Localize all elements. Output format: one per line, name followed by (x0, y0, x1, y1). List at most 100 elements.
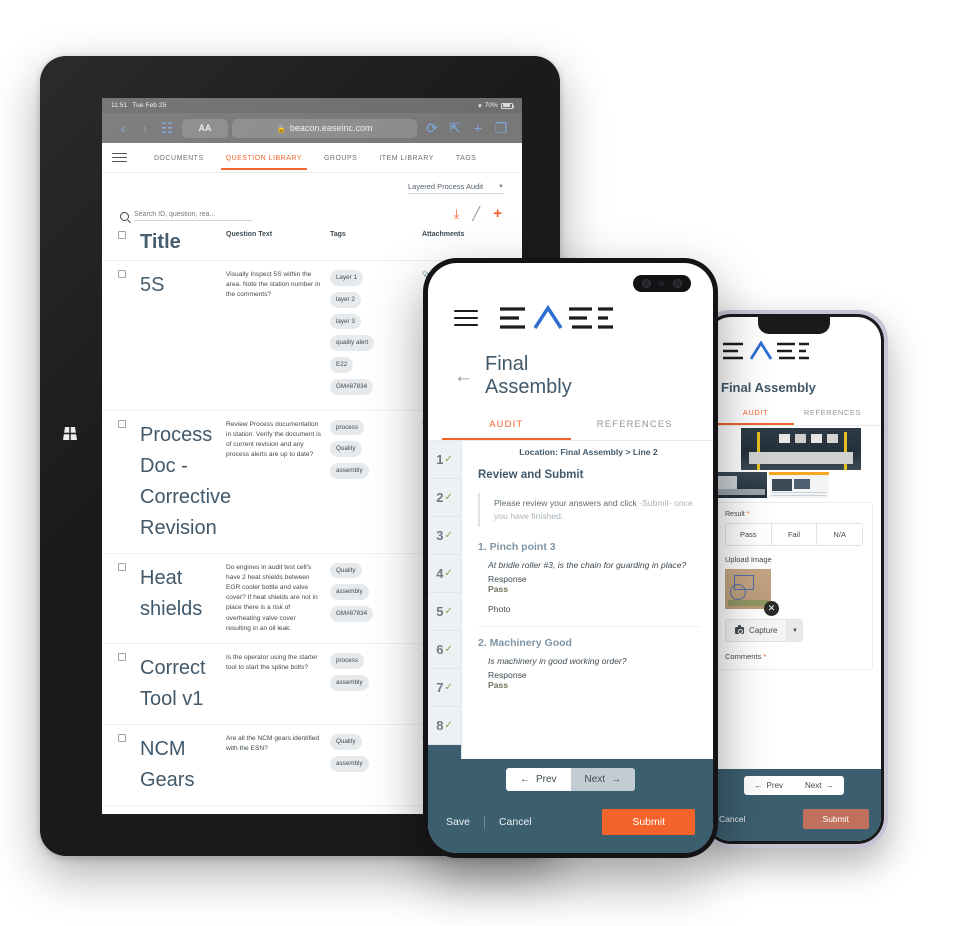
tag-chip[interactable]: E22 (330, 357, 354, 373)
workstation-photo[interactable] (741, 428, 861, 470)
arrow-left-icon-prev: ← (519, 774, 530, 785)
tag-chip[interactable]: layer 3 (330, 313, 361, 330)
phone-center-screen: ← Final Assembly AUDIT REFERENCES 1 ✓ 2 ✓ 3 ✓… (428, 263, 713, 853)
phone-right-title: Final Assembly (721, 380, 816, 395)
tab-references-right[interactable]: REFERENCES (794, 403, 871, 425)
capture-button[interactable]: Capture (725, 619, 788, 642)
submit-button-right[interactable]: Submit (802, 809, 869, 829)
tag-chip[interactable]: GM#87834 (330, 378, 374, 395)
check-icon: ✓ (444, 530, 453, 541)
share-icon[interactable]: ⇱ (444, 120, 466, 137)
cell-tags: process assembly (330, 653, 422, 715)
tag-chip[interactable]: assembly (330, 584, 369, 600)
book-icon[interactable]: ☷ (156, 120, 178, 137)
result-option-pass[interactable]: Pass (726, 524, 772, 545)
arrow-left-icon[interactable]: ← (454, 367, 473, 386)
tag-chip[interactable]: process (330, 653, 365, 669)
forward-icon[interactable]: › (134, 120, 156, 136)
tag-chip[interactable]: assembly (330, 463, 369, 479)
hamburger-menu-icon-center[interactable] (454, 309, 478, 327)
question-number-3[interactable]: 3 ✓ (428, 517, 461, 555)
new-tab-icon[interactable]: + (467, 120, 489, 136)
address-bar[interactable]: 🔒 beacon.easeinc.com (232, 118, 417, 138)
tag-chip[interactable]: Quality (330, 562, 362, 579)
add-plus-icon[interactable]: + (493, 206, 502, 221)
text-size-button[interactable]: AA (182, 118, 228, 138)
import-icon[interactable]: ⤓ (454, 207, 460, 220)
reload-icon[interactable]: ⟳ (421, 120, 443, 137)
row-checkbox[interactable] (118, 734, 126, 743)
row-checkbox[interactable] (118, 270, 126, 278)
select-all-checkbox[interactable] (118, 231, 126, 239)
capture-dropdown-chevron-down-icon[interactable]: ▼ (787, 619, 804, 642)
next-button-right[interactable]: Next → (794, 776, 845, 795)
question-number-6[interactable]: 6 ✓ (428, 631, 461, 669)
row-checkbox[interactable] (118, 562, 126, 571)
question-number-rail: 1✓2✓3✓4✓5✓6✓7✓8✓9 (428, 441, 462, 783)
arrow-right-icon-next: → (611, 774, 622, 785)
back-icon[interactable]: ‹ (112, 120, 134, 136)
tab-groups[interactable]: GROUPS (313, 146, 368, 170)
result-option-fail[interactable]: Fail (771, 524, 818, 545)
check-icon: ✓ (444, 682, 453, 693)
check-icon: ✓ (444, 568, 453, 579)
submit-button-center[interactable]: Submit (602, 809, 695, 835)
tab-item-library[interactable]: ITEM LIBRARY (368, 146, 445, 170)
tag-chip[interactable]: Layer 1 (330, 270, 364, 286)
hamburger-menu-icon[interactable] (112, 152, 127, 163)
search-row: ⤓ ╱ + (102, 196, 522, 221)
tabs-icon[interactable]: ❐ (490, 120, 512, 137)
edit-pencil-icon[interactable]: ╱ (472, 207, 480, 220)
check-icon: ✓ (444, 492, 453, 503)
tablet-bezel-logo-icon (56, 420, 84, 446)
review-item-2-heading: 2. Machinery Good (478, 636, 572, 649)
tab-tags[interactable]: TAGS (445, 146, 488, 170)
tab-audit-right[interactable]: AUDIT (717, 403, 794, 425)
tab-references-center[interactable]: REFERENCES (571, 413, 700, 440)
prev-button-right[interactable]: ← Prev (743, 776, 794, 795)
question-number-8[interactable]: 8 ✓ (428, 707, 461, 745)
cell-question-text: Visually Inspect 5S within the area. Not… (226, 271, 321, 299)
row-checkbox[interactable] (118, 653, 126, 662)
check-icon: ✓ (444, 454, 453, 465)
question-number-label: 4 (436, 566, 444, 581)
next-label-center: Next (584, 774, 606, 785)
status-date: Tue Feb 25 (132, 102, 167, 109)
audit-location: Location: Final Assembly > Line 2 (519, 447, 658, 457)
audit-type-dropdown[interactable]: Layered Process Audit ▼ (408, 182, 504, 194)
cell-title: NCM Gears (140, 738, 195, 792)
row-checkbox[interactable] (118, 419, 126, 428)
tag-chip[interactable]: Quality (330, 734, 362, 750)
question-number-1[interactable]: 1 ✓ (428, 441, 461, 479)
tag-chip[interactable]: assembly (330, 674, 369, 691)
question-number-2[interactable]: 2 ✓ (428, 479, 461, 517)
result-option-na[interactable]: N/A (817, 524, 862, 545)
tag-chip[interactable]: process (330, 419, 365, 436)
tag-chip[interactable]: layer 2 (330, 291, 361, 308)
tag-chip[interactable]: GM#87834 (330, 606, 374, 622)
question-number-4[interactable]: 4 ✓ (428, 555, 461, 593)
tab-question-library[interactable]: QUESTION LIBRARY (215, 146, 313, 170)
tab-audit-center[interactable]: AUDIT (442, 413, 571, 440)
tab-documents[interactable]: DOCUMENTS (143, 146, 215, 170)
uploaded-image-thumbnail[interactable] (725, 569, 771, 609)
close-circle-icon[interactable]: ✕ (764, 601, 779, 616)
search-input[interactable] (134, 211, 252, 221)
next-button-center[interactable]: Next → (570, 768, 636, 791)
question-number-7[interactable]: 7 ✓ (428, 669, 461, 707)
question-number-label: 5 (436, 604, 444, 619)
uploaded-image-wrap: ✕ (725, 569, 779, 616)
tag-chip[interactable]: assembly (330, 755, 369, 772)
result-label: Result * (725, 511, 863, 518)
phone-right-tabs: AUDIT REFERENCES (707, 403, 881, 426)
review-item-1-response-value: Pass (488, 583, 509, 594)
save-button-center[interactable]: Save (446, 816, 484, 828)
cell-title: Correct Tool v1 (140, 657, 206, 711)
question-number-5[interactable]: 5 ✓ (428, 593, 461, 631)
cancel-button-center[interactable]: Cancel (485, 816, 532, 828)
document-thumb-2[interactable] (769, 472, 829, 498)
tag-chip[interactable]: quality alert (330, 335, 375, 351)
tag-chip[interactable]: Quality (330, 441, 362, 457)
prev-button-center[interactable]: ← Prev (505, 768, 571, 791)
cancel-button-right[interactable]: Cancel (719, 814, 745, 824)
